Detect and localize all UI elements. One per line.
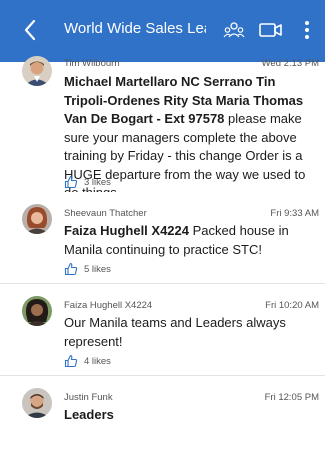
app-header: World Wide Sales Lead...: [0, 0, 325, 62]
thumbs-up-icon: [64, 175, 78, 189]
video-call-button[interactable]: [258, 18, 284, 42]
members-button[interactable]: [222, 18, 246, 42]
post-body: Our Manila teams and Leaders always repr…: [64, 314, 322, 351]
person-photo-icon: [22, 296, 52, 326]
post-body: Faiza Hughell X4224 Packed house in Mani…: [64, 222, 322, 259]
people-icon: [223, 22, 245, 38]
more-options-button[interactable]: [300, 16, 314, 44]
list-item[interactable]: Faiza Hughell X4224 Fri 10:20 AM Our Man…: [0, 284, 325, 376]
timestamp: Fri 12:05 PM: [264, 392, 319, 403]
author-name[interactable]: Faiza Hughell X4224: [64, 300, 152, 311]
avatar[interactable]: [22, 56, 52, 86]
thumbs-up-icon: [64, 262, 78, 276]
chevron-left-icon: [24, 19, 36, 41]
avatar[interactable]: [22, 204, 52, 234]
author-name[interactable]: Justin Funk: [64, 392, 113, 403]
group-title: World Wide Sales Lead...: [64, 20, 206, 37]
post-meta: Tim Wilbourn Wed 2:13 PM: [64, 58, 319, 69]
dot-icon: [305, 28, 309, 32]
post-meta: Justin Funk Fri 12:05 PM: [64, 392, 319, 403]
timestamp: Fri 9:33 AM: [270, 208, 319, 219]
like-button[interactable]: 4 likes: [64, 354, 111, 368]
like-count: 3 likes: [84, 176, 111, 188]
conversation-feed: Tim Wilbourn Wed 2:13 PM Michael Martell…: [0, 56, 325, 453]
like-button[interactable]: 3 likes: [64, 175, 111, 189]
post-meta: Faiza Hughell X4224 Fri 10:20 AM: [64, 300, 319, 311]
video-camera-icon: [259, 23, 282, 37]
like-count: 5 likes: [84, 263, 111, 275]
avatar[interactable]: [22, 296, 52, 326]
timestamp: Wed 2:13 PM: [261, 58, 319, 69]
list-item[interactable]: Justin Funk Fri 12:05 PM Leaders: [0, 376, 325, 446]
thumbs-up-icon: [64, 354, 78, 368]
back-button[interactable]: [20, 16, 40, 44]
mentions[interactable]: Leaders: [64, 407, 114, 422]
person-photo-icon: [22, 388, 52, 418]
dot-icon: [305, 21, 309, 25]
author-name[interactable]: Sheevaun Thatcher: [64, 208, 147, 219]
message-text: Our Manila teams and Leaders always repr…: [64, 315, 286, 349]
timestamp: Fri 10:20 AM: [265, 300, 319, 311]
dot-icon: [305, 35, 309, 39]
person-photo-icon: [22, 56, 52, 86]
like-button[interactable]: 5 likes: [64, 262, 111, 276]
post-meta: Sheevaun Thatcher Fri 9:33 AM: [64, 208, 319, 219]
list-item[interactable]: Tim Wilbourn Wed 2:13 PM Michael Martell…: [0, 56, 325, 200]
post-body: Leaders: [64, 406, 322, 425]
list-item[interactable]: Sheevaun Thatcher Fri 9:33 AM Faiza Hugh…: [0, 192, 325, 284]
mentions[interactable]: Faiza Hughell X4224: [64, 223, 189, 238]
author-name[interactable]: Tim Wilbourn: [64, 58, 120, 69]
like-count: 4 likes: [84, 355, 111, 367]
avatar[interactable]: [22, 388, 52, 418]
person-photo-icon: [22, 204, 52, 234]
